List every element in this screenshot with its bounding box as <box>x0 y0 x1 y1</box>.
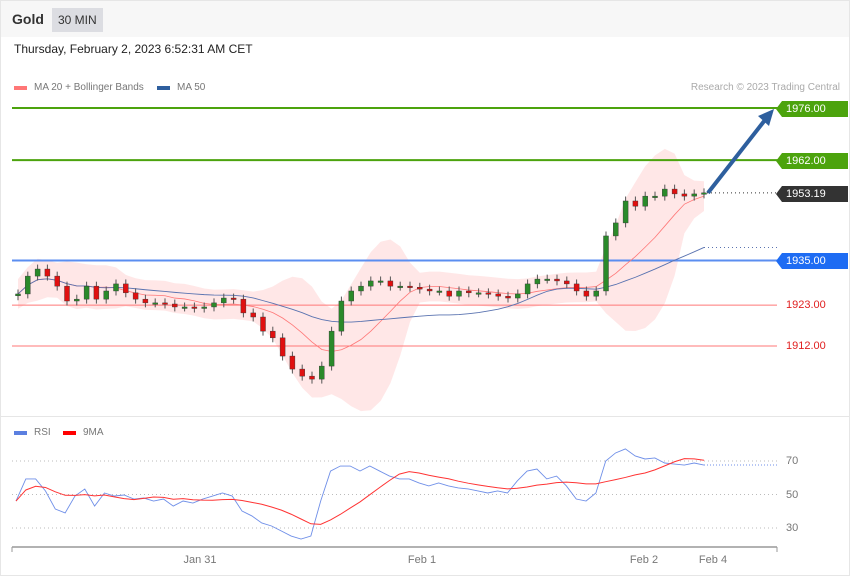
x-tick-jan31: Jan 31 <box>183 554 217 566</box>
candle-body <box>279 337 286 357</box>
level-chip-target1: 1962.00 <box>776 153 848 169</box>
candle-body <box>54 275 60 287</box>
candle-body <box>397 285 403 288</box>
level-chip-target2: 1976.00 <box>776 101 848 117</box>
candle-body <box>603 235 609 292</box>
candle-body <box>554 278 560 282</box>
candle-body <box>475 292 482 295</box>
bollinger-band <box>18 148 704 412</box>
legend-rsi-ma-label: 9MA <box>83 427 104 438</box>
panel-divider <box>1 416 849 417</box>
level-label-support1: 1923.00 <box>786 299 826 311</box>
candle-body <box>83 285 90 300</box>
candle-body <box>250 312 256 318</box>
rsi-ma-swatch-icon <box>63 430 76 435</box>
level-chip-pivot: 1935.00 <box>776 253 848 269</box>
candle-body <box>211 302 217 308</box>
candle-body <box>221 297 227 304</box>
candle-body <box>191 306 198 309</box>
candle-body <box>348 290 354 302</box>
candle-body <box>613 222 619 237</box>
level-label-support2: 1912.00 <box>786 340 826 352</box>
legend-rsi-label: RSI <box>34 427 51 438</box>
candle-body <box>495 293 501 297</box>
candle-body <box>338 300 345 332</box>
candle-body <box>162 302 168 305</box>
candle-body <box>456 290 462 297</box>
chart-widget: Gold 30 MIN Thursday, February 2, 2023 6… <box>0 0 850 576</box>
candle-body <box>387 280 394 287</box>
candle-body <box>583 290 590 297</box>
candle-body <box>436 290 443 293</box>
x-tick-feb2: Feb 2 <box>629 554 659 566</box>
candle-body <box>446 290 452 297</box>
rsi-ma-line <box>15 458 705 525</box>
candle-body <box>230 297 237 300</box>
candle-body <box>632 200 639 207</box>
legend-rsi-ma: 9MA <box>63 427 104 438</box>
candle-body <box>573 283 580 292</box>
candle-body <box>662 188 668 197</box>
candle-body <box>368 280 374 287</box>
candle-body <box>466 290 472 294</box>
candle-body <box>260 316 266 332</box>
candle-body <box>270 330 276 339</box>
candle-body <box>113 283 119 292</box>
candle-body <box>515 293 521 299</box>
candle-body <box>564 280 570 285</box>
candle-body <box>123 283 129 294</box>
candle-body <box>201 306 207 309</box>
candle-body <box>593 290 599 297</box>
rsi-swatch-icon <box>14 430 27 435</box>
price-chart[interactable] <box>1 1 850 576</box>
candle-body <box>44 268 51 277</box>
candle-body <box>426 288 433 292</box>
candle-body <box>319 365 325 380</box>
candle-body <box>64 285 70 302</box>
rsi-line <box>15 448 705 540</box>
forecast-arrow-shaft <box>706 118 767 195</box>
candle-body <box>524 283 531 295</box>
last-price-chip: 1953.19 <box>776 186 848 202</box>
candle-body <box>701 192 707 195</box>
candle-body <box>152 302 158 305</box>
candle-body <box>671 188 678 195</box>
rsi-tick-30: 30 <box>786 522 799 534</box>
candle-body <box>15 293 21 297</box>
candle-body <box>181 306 188 309</box>
candle-body <box>25 275 31 295</box>
candle-body <box>132 292 139 300</box>
candle-body <box>622 200 629 224</box>
rsi-tick-70: 70 <box>786 455 799 467</box>
candle-body <box>358 285 364 292</box>
candle-body <box>544 278 550 281</box>
candle-body <box>485 292 492 295</box>
candle-body <box>93 285 100 300</box>
x-tick-feb1: Feb 1 <box>407 554 437 566</box>
candle-body <box>299 368 305 377</box>
candle-body <box>505 295 511 299</box>
candle-body <box>309 375 315 380</box>
rsi-tick-50: 50 <box>786 489 799 501</box>
candle-body <box>240 298 247 314</box>
candle-body <box>74 298 80 302</box>
candle-body <box>652 195 658 198</box>
candle-body <box>34 268 41 277</box>
legend-rsi: RSI <box>14 427 51 438</box>
candle-body <box>142 298 149 304</box>
candle-body <box>642 195 648 207</box>
candle-body <box>534 278 541 285</box>
candle-body <box>417 287 423 290</box>
candle-body <box>691 193 697 197</box>
candle-body <box>289 355 296 370</box>
x-tick-feb4: Feb 4 <box>698 554 728 566</box>
candle-body <box>328 330 335 367</box>
candle-body <box>407 285 413 288</box>
candle-body <box>377 280 384 283</box>
candle-body <box>172 303 178 308</box>
candle-body <box>103 290 109 300</box>
candle-body <box>681 193 688 197</box>
